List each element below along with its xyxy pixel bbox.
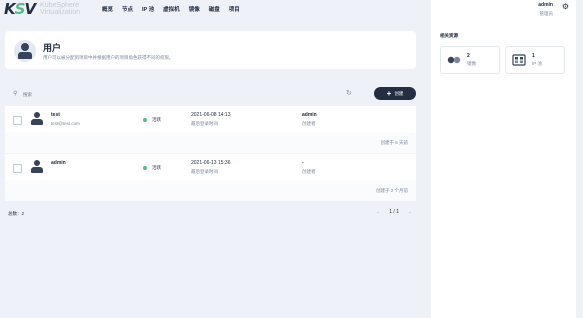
resource-card-ip-pool[interactable]: 1 IP 池 — [505, 46, 565, 74]
next-page-icon[interactable]: → — [407, 209, 412, 215]
row-checkbox[interactable] — [13, 164, 22, 173]
nav-item-vms[interactable]: 虚拟机 — [163, 5, 180, 13]
last-login-label: 最后登录时间 — [191, 169, 218, 174]
page-header-card: 用户 用户可以被分配到项目中并根据用户的项目角色获得不同的权限。 — [5, 31, 416, 69]
related-resources-title: 相关资源 — [440, 33, 458, 38]
creator-label: 创建者 — [302, 169, 316, 174]
user-name[interactable]: test — [51, 112, 60, 118]
nav-item-projects[interactable]: 项目 — [229, 5, 240, 13]
search-input[interactable] — [23, 89, 273, 99]
user-menu-name: admin — [538, 2, 553, 8]
create-button[interactable]: + 创建 — [374, 87, 416, 100]
row-footer: 创建于 2 个月前 — [5, 181, 416, 201]
last-login-label: 最后登录时间 — [191, 121, 218, 126]
row-main: admin 活跃 2021-06-13 15:36 最后登录时间 - 创建者 — [5, 154, 416, 181]
ip-pool-icon — [512, 54, 526, 66]
gear-icon[interactable]: ⚙ — [562, 2, 569, 11]
logo-line-1: KubeSphere — [40, 2, 79, 9]
resource-label: 镜像 — [467, 61, 476, 66]
user-name[interactable]: admin — [51, 160, 66, 166]
logo-line-2: Virtualization — [40, 9, 80, 16]
nav-item-images[interactable]: 镜像 — [189, 5, 200, 13]
table-row[interactable]: test test@test.com 活跃 2021-06-08 14:13 最… — [5, 106, 416, 153]
row-footer: 创建于 5 天前 — [5, 133, 416, 153]
main-nav: 概览 节点 IP 池 虚拟机 镜像 磁盘 项目 — [102, 5, 240, 13]
users-page-icon — [14, 40, 36, 62]
right-sidebar: admin 管理员 ⚙ 相关资源 2 镜像 1 IP 池 — [431, 0, 576, 318]
creator: admin — [302, 112, 317, 118]
resource-count: 2 — [467, 53, 470, 59]
resource-count: 1 — [532, 53, 535, 59]
resource-card-images[interactable]: 2 镜像 — [440, 46, 500, 74]
user-avatar-icon — [31, 112, 43, 126]
nav-item-overview[interactable]: 概览 — [102, 5, 113, 13]
nav-item-nodes[interactable]: 节点 — [122, 5, 133, 13]
resource-label: IP 池 — [532, 61, 542, 66]
user-status: 活跃 — [152, 165, 161, 170]
last-login-time: 2021-06-08 14:13 — [191, 112, 231, 118]
logo-text: KubeSphere Virtualization — [40, 2, 80, 16]
refresh-icon[interactable]: ↻ — [346, 89, 352, 97]
pagination: ← 1 / 1 → — [376, 209, 412, 215]
last-login-time: 2021-06-13 15:36 — [191, 160, 231, 166]
user-status: 活跃 — [152, 117, 161, 122]
created-time: 创建于 5 天前 — [380, 140, 408, 145]
create-button-label: 创建 — [394, 90, 404, 96]
page-indicator: 1 / 1 — [389, 209, 399, 215]
top-bar: KSV KubeSphere Virtualization 概览 节点 IP 池… — [0, 0, 430, 18]
page-description: 用户可以被分配到项目中并根据用户的项目角色获得不同的权限。 — [43, 55, 174, 60]
total-count: 总数：2 — [8, 211, 25, 216]
status-active-icon — [143, 166, 147, 170]
search-icon: ⚲ — [13, 91, 18, 97]
user-menu-role: 管理员 — [539, 11, 554, 16]
list-toolbar: ⚲ ↻ + 创建 — [5, 86, 416, 102]
nav-item-disks[interactable]: 磁盘 — [209, 5, 220, 13]
status-active-icon — [143, 118, 147, 122]
user-menu[interactable]: admin 管理员 — [538, 2, 553, 17]
creator-label: 创建者 — [302, 121, 316, 126]
row-main: test test@test.com 活跃 2021-06-08 14:13 最… — [5, 106, 416, 133]
created-time: 创建于 2 个月前 — [375, 188, 408, 193]
user-email: test@test.com — [51, 121, 80, 126]
images-icon — [447, 56, 461, 64]
logo-mark: KSV — [4, 0, 36, 18]
page-title: 用户 — [43, 43, 62, 53]
nav-item-ip-pool[interactable]: IP 池 — [142, 5, 154, 13]
row-checkbox[interactable] — [13, 116, 22, 125]
list-footer: 总数：2 ← 1 / 1 → — [5, 205, 416, 223]
user-avatar-icon — [31, 160, 43, 174]
prev-page-icon[interactable]: ← — [376, 209, 381, 215]
plus-icon: + — [386, 88, 392, 98]
table-row[interactable]: admin 活跃 2021-06-13 15:36 最后登录时间 - 创建者 创… — [5, 154, 416, 201]
creator: - — [302, 160, 304, 166]
logo[interactable]: KSV KubeSphere Virtualization — [4, 0, 80, 18]
